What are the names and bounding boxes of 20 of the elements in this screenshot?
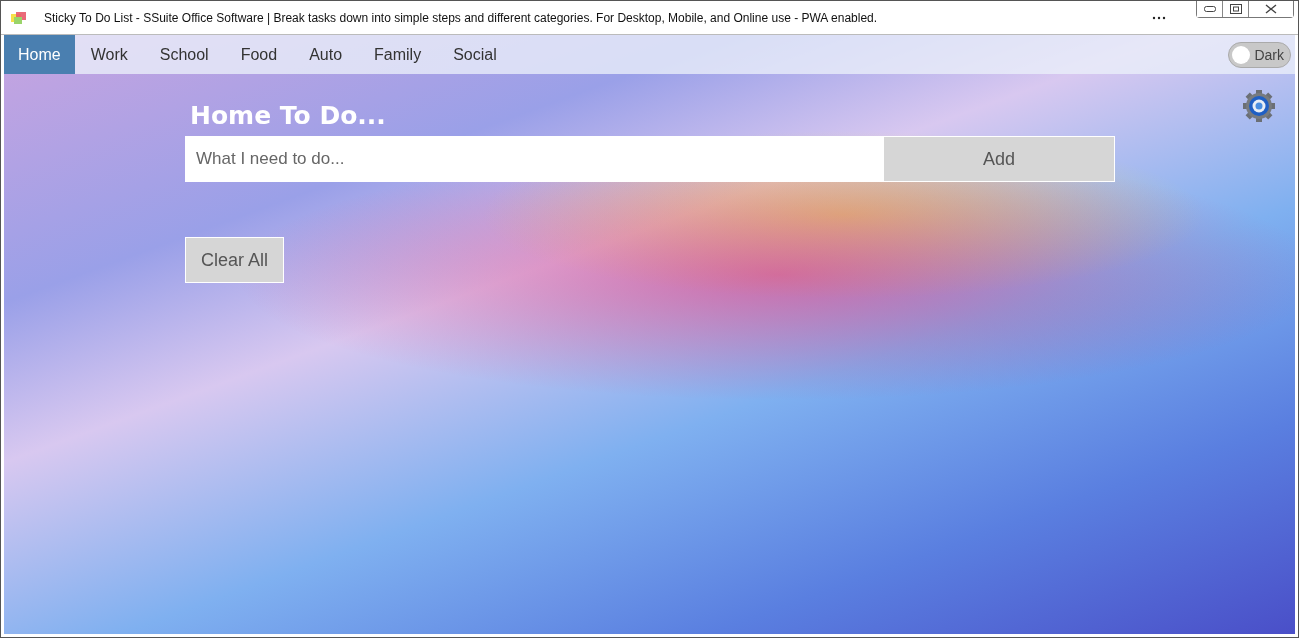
settings-icon[interactable] bbox=[1242, 89, 1276, 123]
category-tab[interactable]: School bbox=[143, 35, 225, 74]
category-tab[interactable]: Auto bbox=[293, 35, 359, 74]
minimize-icon bbox=[1203, 6, 1216, 12]
category-tab[interactable]: Home bbox=[4, 35, 75, 74]
category-tab[interactable]: Family bbox=[358, 35, 438, 74]
category-tab[interactable]: Work bbox=[74, 35, 144, 74]
dark-mode-toggle[interactable]: Dark bbox=[1228, 41, 1291, 68]
add-button[interactable]: Add bbox=[883, 136, 1115, 182]
clear-all-button[interactable]: Clear All bbox=[185, 237, 285, 283]
task-input-field[interactable]: What I need to do... bbox=[185, 136, 883, 182]
more-icon[interactable] bbox=[1152, 15, 1166, 20]
category-tab[interactable]: Social bbox=[437, 35, 513, 74]
minimize-button[interactable] bbox=[1197, 1, 1223, 17]
restore-icon bbox=[1229, 4, 1242, 14]
sticky-notes-icon bbox=[11, 10, 27, 25]
close-icon bbox=[1264, 4, 1278, 14]
page-heading: Home To Do... bbox=[190, 101, 386, 130]
window-title: Sticky To Do List - SSuite Office Software | Break tasks down into simple steps and different categories. For Desktop, Mobile, and Online use - PWA enabled. bbox=[44, 10, 878, 25]
category-tab[interactable]: Food bbox=[224, 35, 294, 74]
